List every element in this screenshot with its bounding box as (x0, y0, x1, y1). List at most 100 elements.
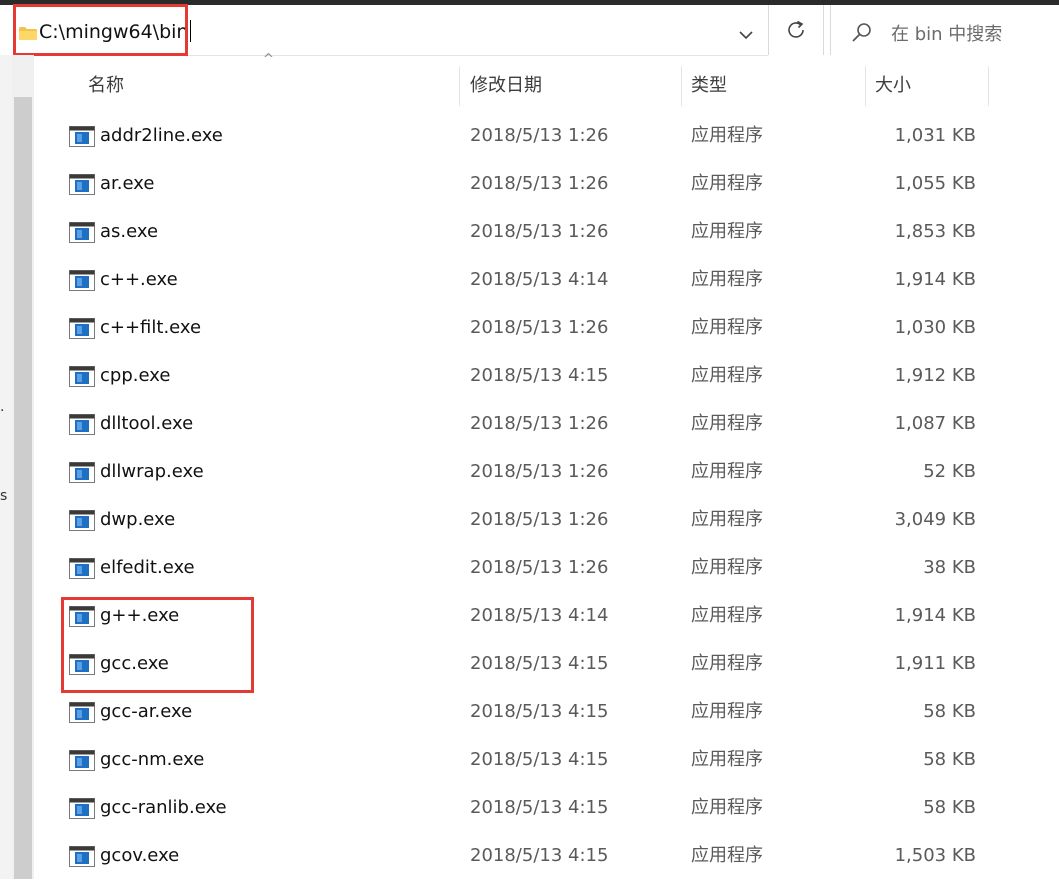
column-divider[interactable] (865, 66, 866, 106)
file-type: 应用程序 (691, 173, 763, 194)
file-name[interactable]: addr2line.exe (100, 112, 223, 160)
column-divider[interactable] (681, 66, 682, 106)
file-size: 1,503 KB (894, 845, 976, 866)
exe-file-icon (69, 270, 95, 291)
file-size: 1,030 KB (894, 317, 976, 338)
file-name[interactable]: as.exe (100, 208, 158, 256)
file-type: 应用程序 (691, 605, 763, 626)
file-type: 应用程序 (691, 317, 763, 338)
file-row[interactable]: gcc-ar.exe 2018/5/13 4:15 应用程序 58 KB (36, 688, 1059, 736)
file-date: 2018/5/13 1:26 (470, 125, 609, 146)
file-type: 应用程序 (691, 461, 763, 482)
file-name[interactable]: dlltool.exe (100, 400, 193, 448)
search-input[interactable]: 在 bin 中搜索 (891, 20, 1002, 46)
file-date: 2018/5/13 4:15 (470, 797, 609, 818)
column-header-date[interactable]: 修改日期 (470, 60, 542, 110)
exe-file-icon (69, 846, 95, 867)
file-type: 应用程序 (691, 125, 763, 146)
scrollbar-thumb[interactable] (14, 97, 32, 879)
file-name[interactable]: cpp.exe (100, 352, 170, 400)
file-type: 应用程序 (691, 269, 763, 290)
file-date: 2018/5/13 4:14 (470, 269, 609, 290)
exe-file-icon (69, 126, 95, 147)
file-date: 2018/5/13 4:15 (470, 653, 609, 674)
annotation-box-address (13, 4, 188, 56)
file-row[interactable]: gcov.exe 2018/5/13 4:15 应用程序 1,503 KB (36, 832, 1059, 880)
file-name[interactable]: c++.exe (100, 256, 178, 304)
column-divider[interactable] (459, 66, 460, 106)
file-row[interactable]: ar.exe 2018/5/13 1:26 应用程序 1,055 KB (36, 160, 1059, 208)
file-name[interactable]: gcc-ar.exe (100, 688, 192, 736)
file-size: 1,911 KB (894, 653, 976, 674)
file-name[interactable]: dllwrap.exe (100, 448, 204, 496)
file-type: 应用程序 (691, 749, 763, 770)
exe-file-icon (69, 462, 95, 483)
file-name[interactable]: ar.exe (100, 160, 154, 208)
file-size: 1,914 KB (894, 605, 976, 626)
file-row[interactable]: gcc-nm.exe 2018/5/13 4:15 应用程序 58 KB (36, 736, 1059, 784)
file-date: 2018/5/13 4:15 (470, 701, 609, 722)
column-divider[interactable] (988, 66, 989, 106)
file-size: 1,087 KB (894, 413, 976, 434)
exe-file-icon (69, 318, 95, 339)
file-date: 2018/5/13 1:26 (470, 317, 609, 338)
file-row[interactable]: dwp.exe 2018/5/13 1:26 应用程序 3,049 KB (36, 496, 1059, 544)
file-size: 1,912 KB (894, 365, 976, 386)
exe-file-icon (69, 702, 95, 723)
file-type: 应用程序 (691, 365, 763, 386)
exe-file-icon (69, 222, 95, 243)
file-row[interactable]: dllwrap.exe 2018/5/13 1:26 应用程序 52 KB (36, 448, 1059, 496)
file-type: 应用程序 (691, 509, 763, 530)
file-type: 应用程序 (691, 845, 763, 866)
exe-file-icon (69, 366, 95, 387)
file-type: 应用程序 (691, 221, 763, 242)
exe-file-icon (69, 750, 95, 771)
file-row[interactable]: cpp.exe 2018/5/13 4:15 应用程序 1,912 KB (36, 352, 1059, 400)
search-box[interactable]: 在 bin 中搜索 (830, 5, 1059, 55)
address-history-dropdown-button[interactable] (730, 19, 762, 51)
file-row[interactable]: c++.exe 2018/5/13 4:14 应用程序 1,914 KB (36, 256, 1059, 304)
file-size: 58 KB (923, 701, 976, 722)
annotation-box-gcc (61, 597, 254, 693)
file-size: 58 KB (923, 797, 976, 818)
file-name[interactable]: gcc-nm.exe (100, 736, 204, 784)
file-date: 2018/5/13 1:26 (470, 221, 609, 242)
sort-ascending-icon: ^ (263, 52, 274, 67)
exe-file-icon (69, 414, 95, 435)
file-type: 应用程序 (691, 413, 763, 434)
exe-file-icon (69, 510, 95, 531)
file-date: 2018/5/13 1:26 (470, 413, 609, 434)
search-icon (852, 23, 871, 42)
refresh-button[interactable] (768, 5, 824, 55)
file-date: 2018/5/13 1:26 (470, 173, 609, 194)
file-type: 应用程序 (691, 557, 763, 578)
file-name[interactable]: dwp.exe (100, 496, 175, 544)
file-date: 2018/5/13 4:15 (470, 749, 609, 770)
file-size: 38 KB (923, 557, 976, 578)
file-type: 应用程序 (691, 797, 763, 818)
file-date: 2018/5/13 4:15 (470, 365, 609, 386)
file-row[interactable]: elfedit.exe 2018/5/13 1:26 应用程序 38 KB (36, 544, 1059, 592)
file-date: 2018/5/13 1:26 (470, 461, 609, 482)
file-name[interactable]: gcc-ranlib.exe (100, 784, 227, 832)
file-row[interactable]: as.exe 2018/5/13 1:26 应用程序 1,853 KB (36, 208, 1059, 256)
file-list: 名称 ^ 修改日期 类型 大小 addr2line.exe 2018/5/13 1… (36, 52, 1059, 880)
file-size: 52 KB (923, 461, 976, 482)
exe-file-icon (69, 798, 95, 819)
column-header-row: 名称 ^ 修改日期 类型 大小 (36, 52, 1059, 110)
column-header-name[interactable]: 名称 (88, 60, 124, 110)
file-row[interactable]: dlltool.exe 2018/5/13 1:26 应用程序 1,087 KB (36, 400, 1059, 448)
file-row[interactable]: c++filt.exe 2018/5/13 1:26 应用程序 1,030 KB (36, 304, 1059, 352)
file-name[interactable]: c++filt.exe (100, 304, 201, 352)
file-date: 2018/5/13 1:26 (470, 509, 609, 530)
file-row[interactable]: addr2line.exe 2018/5/13 1:26 应用程序 1,031 KB (36, 112, 1059, 160)
exe-file-icon (69, 558, 95, 579)
file-size: 1,031 KB (894, 125, 976, 146)
file-name[interactable]: elfedit.exe (100, 544, 195, 592)
column-header-size[interactable]: 大小 (875, 60, 911, 110)
file-name[interactable]: gcov.exe (100, 832, 179, 880)
edge-artifact: s (0, 488, 8, 504)
file-row[interactable]: gcc-ranlib.exe 2018/5/13 4:15 应用程序 58 KB (36, 784, 1059, 832)
file-date: 2018/5/13 4:15 (470, 845, 609, 866)
column-header-type[interactable]: 类型 (691, 60, 727, 110)
